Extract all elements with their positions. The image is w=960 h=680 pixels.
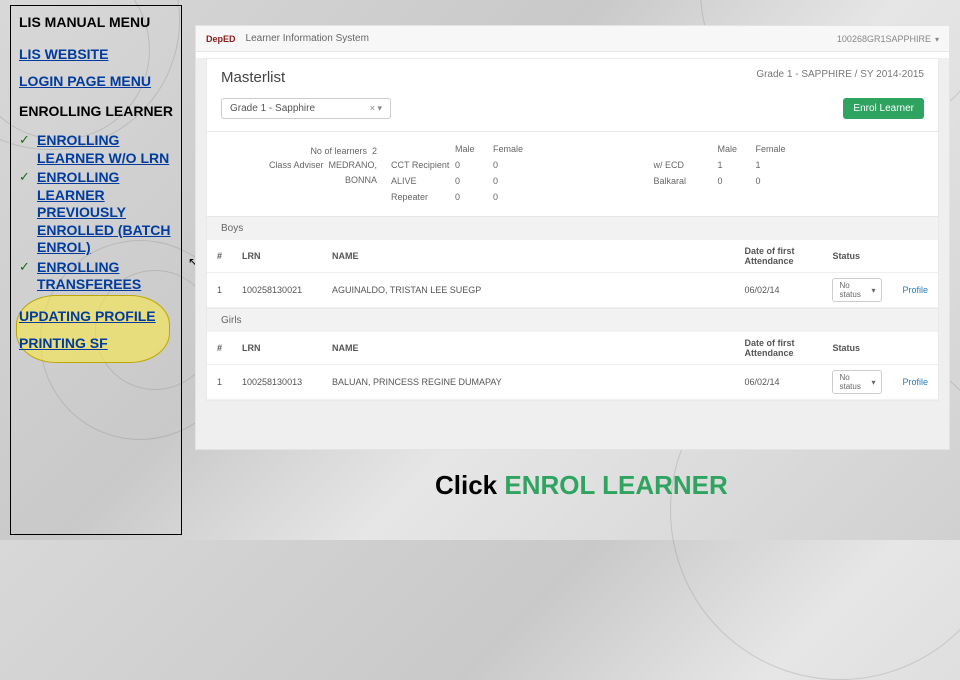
check-icon: ✓ [19,132,31,167]
table-header-row: # LRN NAME Date of first Attendance Stat… [207,240,938,273]
row-label: ALIVE [391,176,455,186]
sub-item-wo-lrn[interactable]: ✓ENROLLING LEARNER W/O LRN [19,132,173,167]
link-printing-sf[interactable]: PRINTING SF [19,335,173,353]
row-label: Repeater [391,192,455,202]
girls-label: Girls [207,308,938,332]
select-value: Grade 1 - Sapphire [230,103,315,114]
col-male: Male [455,144,493,154]
enrol-learner-button[interactable]: Enrol Learner [843,98,924,119]
col-female: Female [756,144,794,154]
sub-item-transferees[interactable]: ✓ENROLLING TRANSFEREES [19,259,173,294]
table-row: 1 100258130013 BALUAN, PRINCESS REGINE D… [207,365,938,400]
section-select[interactable]: Grade 1 - Sapphire × ▾ [221,98,391,119]
girls-table: # LRN NAME Date of first Attendance Stat… [207,332,938,400]
sidebar-title: LIS MANUAL MENU [19,14,173,32]
col-male: Male [718,144,756,154]
num-learners-value: 2 [372,146,377,156]
profile-link[interactable]: Profile [902,285,928,295]
row-label: CCT Recipient [391,160,455,170]
chevron-down-icon: ▾ [871,286,875,295]
boys-table: # LRN NAME Date of first Attendance Stat… [207,240,938,308]
current-section: ENROLLING LEARNER [19,103,173,121]
link-lis-website[interactable]: LIS WEBSITE [19,46,173,64]
stats-right: MaleFemale w/ ECD11 Balkaral00 [648,144,911,202]
sub-item-label: ENROLLING LEARNER W/O LRN [37,132,173,167]
stats-left: No of learners 2 Class Adviser MEDRANO, … [235,144,385,202]
status-dropdown[interactable]: No status▾ [832,278,882,302]
row-label: w/ ECD [654,160,718,170]
lis-screenshot: DepED Learner Information System 100268G… [195,25,950,450]
sub-item-label: ENROLLING LEARNER PREVIOUSLY ENROLLED (B… [37,169,173,257]
link-updating-profile[interactable]: UPDATING PROFILE [19,308,173,326]
sidebar-sublist: ✓ENROLLING LEARNER W/O LRN ✓ENROLLING LE… [19,132,173,294]
panel-context: Grade 1 - SAPPHIRE / SY 2014-2015 [756,69,924,86]
sub-item-batch-enrol[interactable]: ✓ENROLLING LEARNER PREVIOUSLY ENROLLED (… [19,169,173,257]
table-row: 1 100258130021 AGUINALDO, TRISTAN LEE SU… [207,273,938,308]
chevron-down-icon: ▾ [871,378,875,387]
caption-action: ENROL LEARNER [504,470,727,500]
row-label: Balkaral [654,176,718,186]
clear-icon[interactable]: × ▾ [370,103,382,114]
app-topbar: DepED Learner Information System 100268G… [196,26,949,52]
col-female: Female [493,144,531,154]
status-dropdown[interactable]: No status▾ [832,370,882,394]
chevron-down-icon: ▾ [931,35,939,44]
caption-prefix: Click [435,470,504,500]
check-icon: ✓ [19,169,31,257]
boys-label: Boys [207,216,938,240]
instruction-caption: Click ENROL LEARNER [435,470,728,501]
user-name: 100268GR1SAPPHIRE [837,34,931,44]
adviser-value: MEDRANO, BONNA [328,160,377,184]
deped-logo: DepED [206,34,236,44]
link-login-page[interactable]: LOGIN PAGE MENU [19,73,173,91]
check-icon: ✓ [19,259,31,294]
sub-item-label: ENROLLING TRANSFEREES [37,259,173,294]
panel-title: Masterlist [221,69,285,86]
stats-mid: MaleFemale CCT Recipient00 ALIVE00 Repea… [385,144,648,202]
user-menu[interactable]: 100268GR1SAPPHIRE▾ [837,34,939,44]
adviser-label: Class Adviser [269,160,324,170]
profile-link[interactable]: Profile [902,377,928,387]
table-header-row: # LRN NAME Date of first Attendance Stat… [207,332,938,365]
num-learners-label: No of learners [310,146,367,156]
app-name: Learner Information System [246,33,369,44]
masterlist-panel: Masterlist Grade 1 - SAPPHIRE / SY 2014-… [206,58,939,401]
manual-sidebar: LIS MANUAL MENU LIS WEBSITE LOGIN PAGE M… [10,5,182,535]
